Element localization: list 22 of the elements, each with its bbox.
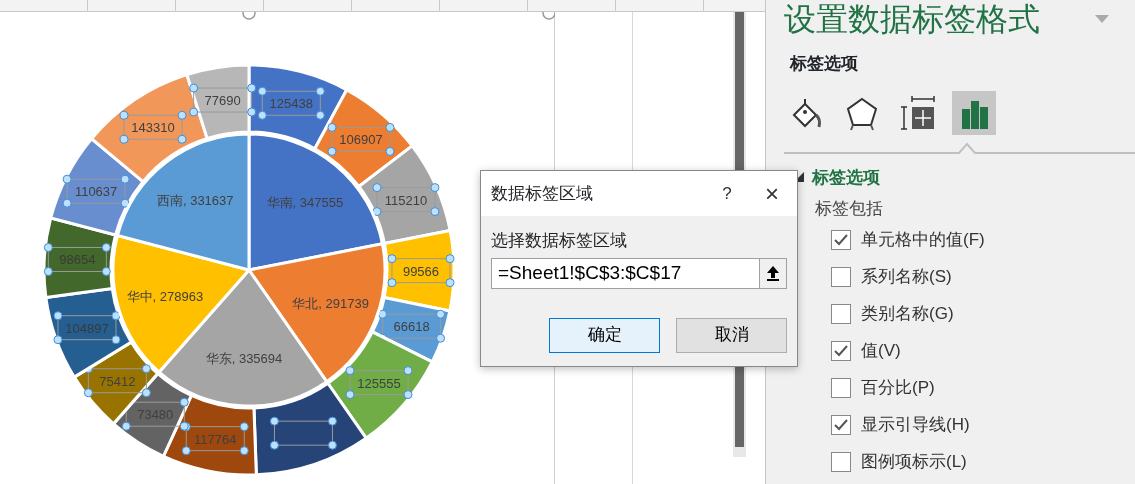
data-label: 110637: [74, 184, 118, 200]
data-label: 115210: [384, 192, 428, 208]
data-label: 华东, 335694: [205, 350, 283, 366]
data-label: 125555: [357, 375, 401, 391]
data-label: 华北, 291739: [292, 296, 369, 311]
data-label: 125438: [269, 96, 313, 112]
dialog-title: 数据标签区域: [491, 182, 593, 205]
data-label: 106907: [339, 132, 383, 148]
group-label: 标签包括: [815, 198, 884, 220]
data-label: 117764: [194, 431, 237, 447]
data-label: 143310: [131, 120, 175, 136]
data-label: 华南, 347555: [266, 195, 344, 211]
panel-title: 设置数据标签格式: [784, 0, 1040, 38]
data-label: 104897: [65, 320, 109, 336]
data-label: 华中, 278963: [126, 288, 204, 304]
data-label: 西南, 331637: [156, 193, 234, 209]
field-label: 选择数据标签区域: [490, 230, 628, 252]
data-label: 75412: [99, 373, 136, 389]
data-label: 66618: [393, 319, 430, 335]
data-label: 99566: [402, 263, 440, 279]
data-label: 77690: [204, 93, 241, 109]
panel-subtitle: 标签选项: [790, 53, 859, 75]
